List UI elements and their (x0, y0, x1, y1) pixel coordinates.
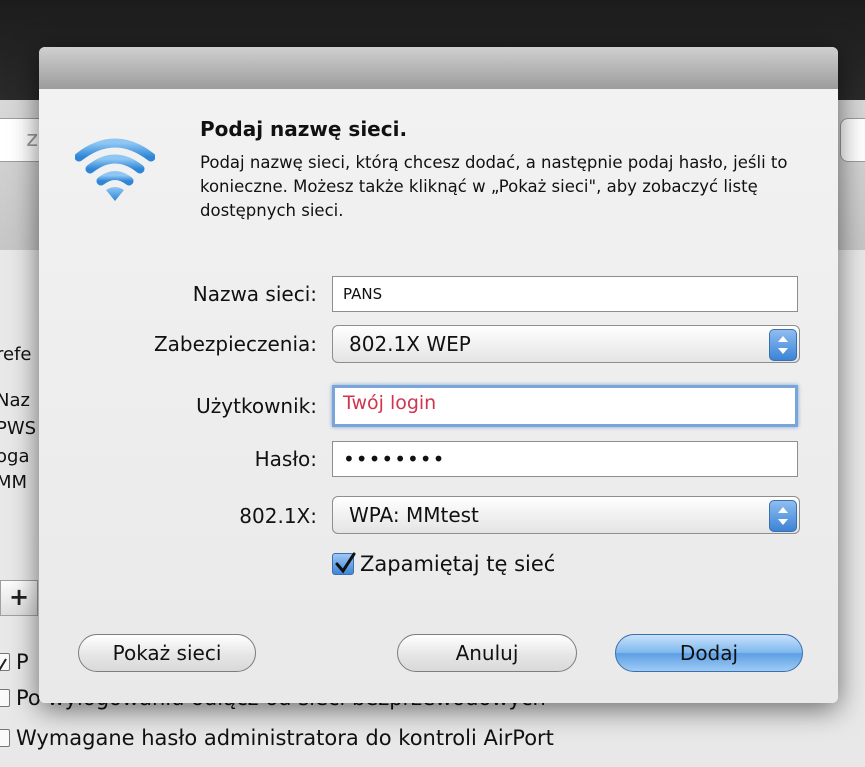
password-field[interactable]: •••••••• (332, 441, 798, 477)
updown-arrows-icon (769, 329, 797, 361)
security-popup[interactable]: 802.1X WEP (332, 325, 800, 363)
add-button[interactable]: Dodaj (615, 634, 803, 672)
remember-network-checkbox[interactable] (332, 552, 356, 575)
eap-popup-value: WPA: MMtest (349, 503, 479, 527)
eap-label: 802.1X: (239, 504, 317, 528)
username-label: Użytkownik: (196, 394, 317, 418)
sheet-titlebar (39, 47, 838, 89)
background-text-fragment: PWS (0, 418, 37, 439)
cancel-button[interactable]: Anuluj (397, 634, 577, 672)
network-name-label: Nazwa sieci: (192, 282, 317, 306)
background-checkbox-row[interactable]: Wymagane hasło administratora do kontrol… (0, 726, 554, 750)
remember-network-label: Zapamiętaj tę sieć (360, 552, 556, 576)
background-checkbox-row[interactable]: P (0, 650, 29, 674)
username-field[interactable]: Twój login (332, 385, 798, 427)
background-checkbox-label: P (16, 650, 29, 674)
background-checkbox[interactable] (0, 653, 10, 671)
background-checkbox[interactable] (0, 729, 10, 747)
background-text-fragment: Naz (0, 390, 30, 411)
show-networks-button[interactable]: Pokaż sieci (78, 634, 256, 672)
updown-arrows-icon (769, 500, 797, 532)
background-checkbox[interactable] (0, 689, 10, 707)
security-popup-value: 802.1X WEP (349, 332, 471, 356)
dialog-description: Podaj nazwę sieci, którą chcesz dodać, a… (200, 153, 788, 220)
background-checkbox-label: Wymagane hasło administratora do kontrol… (16, 726, 554, 750)
background-search-field-right (840, 118, 865, 162)
background-text-fragment: oga (0, 446, 30, 467)
dialog-heading: Podaj nazwę sieci. (200, 117, 408, 141)
security-label: Zabezpieczenia: (153, 332, 317, 356)
background-add-button[interactable]: + (0, 580, 38, 616)
background-text-fragment: refe (0, 344, 32, 365)
add-network-sheet: Podaj nazwę sieci. Podaj nazwę sieci, kt… (39, 47, 838, 703)
password-label: Hasło: (254, 447, 317, 471)
eap-popup[interactable]: WPA: MMtest (332, 496, 800, 534)
wifi-icon (74, 135, 156, 205)
background-text-fragment: MM (0, 472, 28, 493)
network-name-field[interactable]: PANS (332, 276, 798, 312)
remember-network-row[interactable]: Zapamiętaj tę sieć (332, 552, 555, 576)
